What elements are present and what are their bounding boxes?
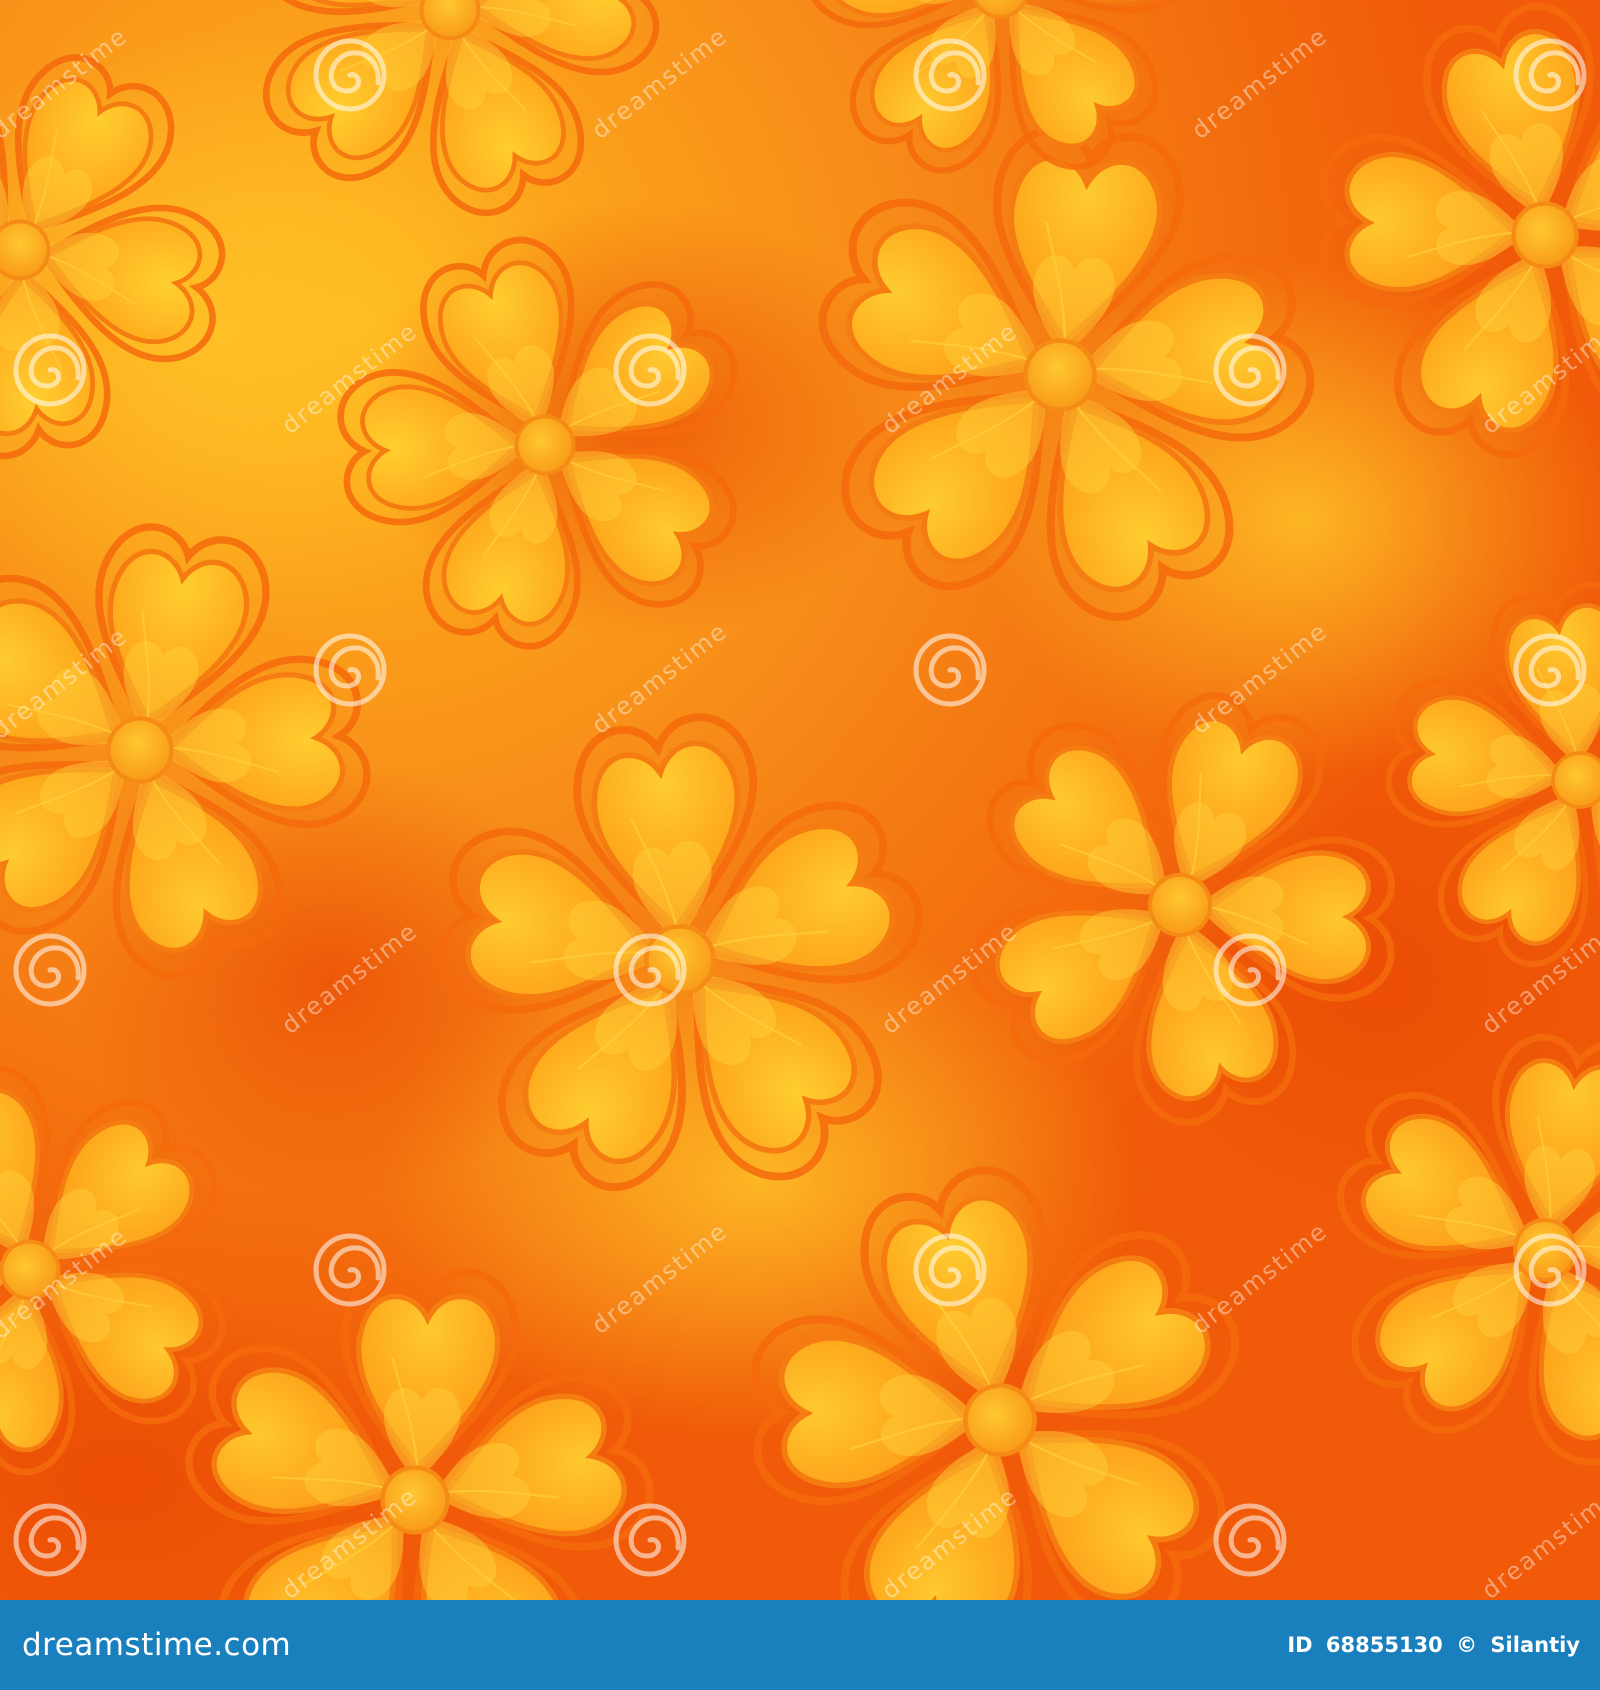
stock-image-viewer: dreamstime dreamstime dreamstime dreamst… [0,0,1600,1690]
id-value: 68855130 [1325,1633,1443,1657]
author-name[interactable]: Silantiy [1490,1633,1580,1657]
site-link[interactable]: dreamstime.com [22,1627,291,1663]
copyright-symbol: © [1456,1633,1478,1657]
footer-bar: dreamstime.com ID 68855130 © Silantiy [0,1600,1600,1690]
id-label: ID [1287,1633,1313,1657]
floral-pattern-image: dreamstime dreamstime dreamstime dreamst… [0,0,1600,1600]
image-credit: ID 68855130 © Silantiy [1287,1633,1580,1657]
